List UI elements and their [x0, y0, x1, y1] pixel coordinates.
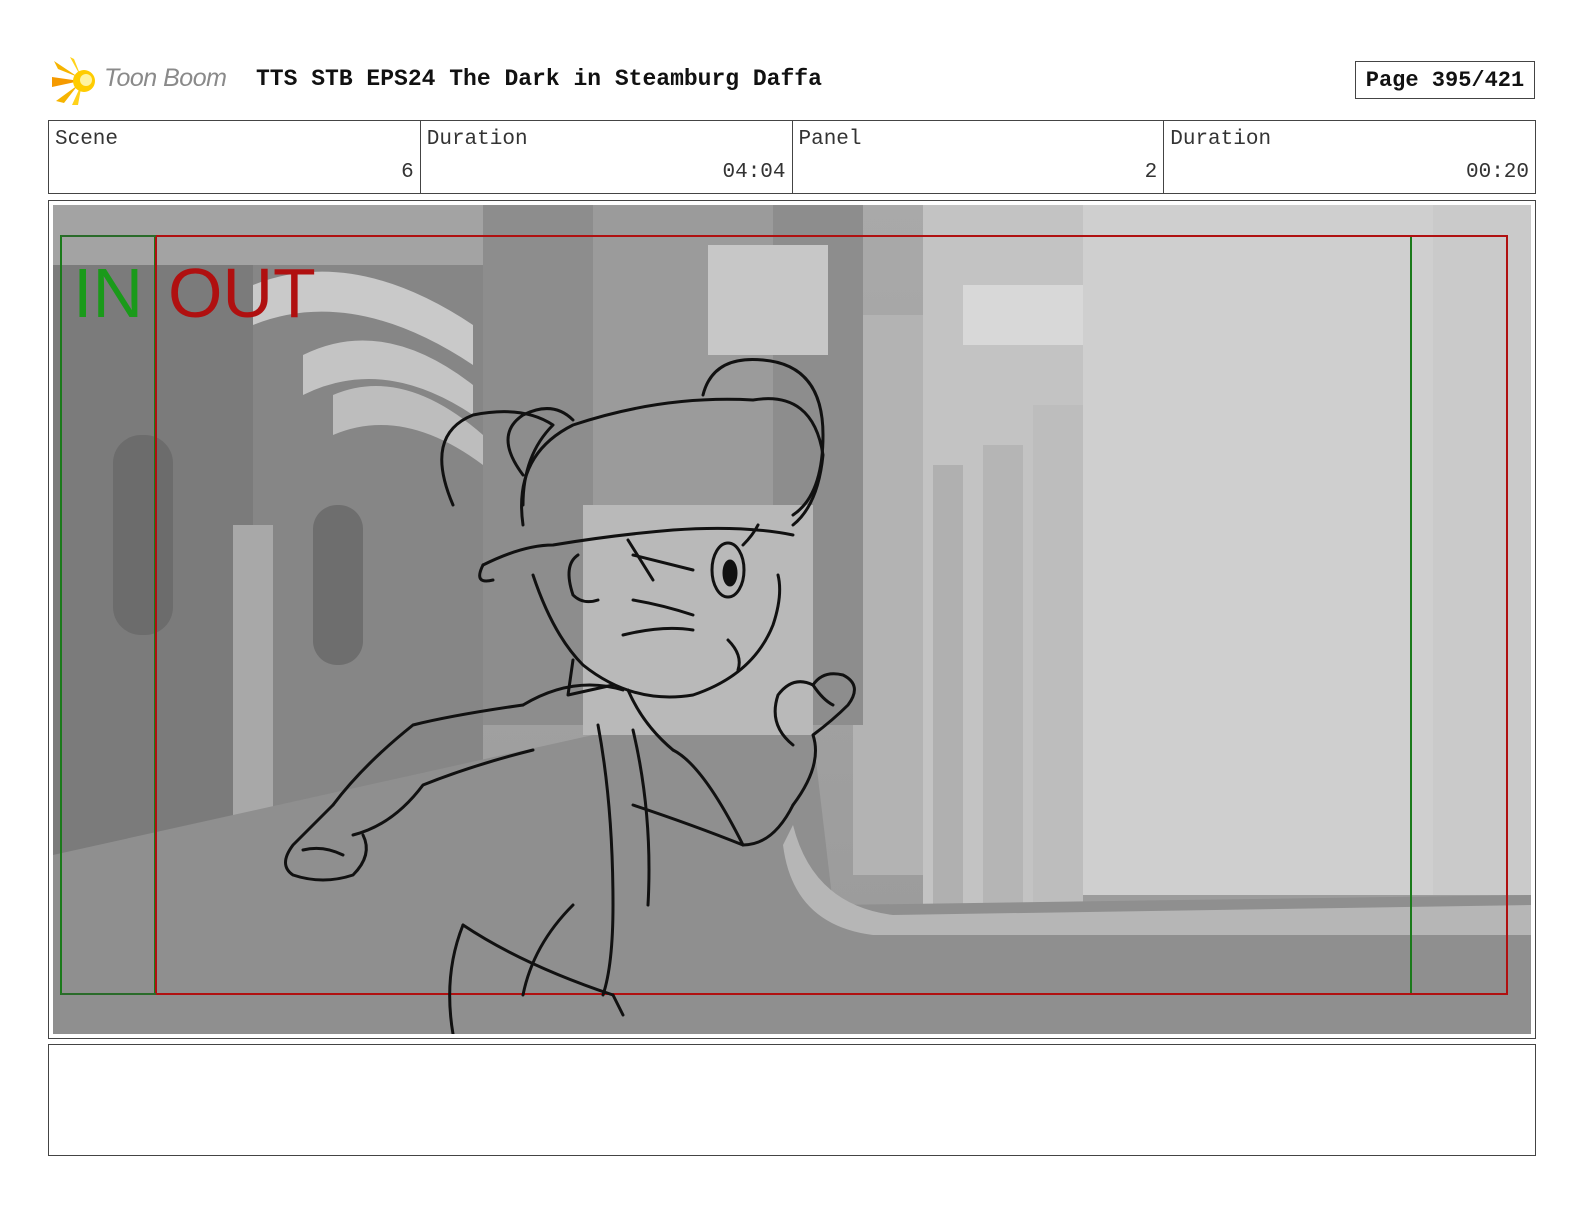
panel-duration-cell: Duration 00:20 — [1164, 121, 1535, 193]
panel-label: Panel — [798, 128, 862, 151]
panel-value: 2 — [1144, 161, 1158, 184]
page-number: Page 395/421 — [1355, 61, 1535, 99]
storyboard-panel-frame: IN OUT — [48, 200, 1536, 1039]
panel-drawing: IN OUT — [53, 205, 1531, 1034]
scene-label: Scene — [55, 128, 119, 151]
storyboard-panel-image: IN OUT — [53, 205, 1531, 1034]
scene-info-row: Scene 6 Duration 04:04 Panel 2 Duration … — [48, 120, 1536, 194]
panel-duration-label: Duration — [1170, 128, 1272, 151]
scene-duration-label: Duration — [426, 128, 528, 151]
scene-duration-cell: Duration 04:04 — [421, 121, 793, 193]
panel-notes-box — [48, 1044, 1536, 1156]
scene-cell: Scene 6 — [49, 121, 421, 193]
panel-duration-value: 00:20 — [1465, 161, 1529, 184]
in-label: IN — [73, 254, 143, 332]
document-title: TTS STB EPS24 The Dark in Steamburg Daff… — [256, 66, 822, 92]
scene-duration-value: 04:04 — [722, 161, 786, 184]
logo-text: Toon Boom — [104, 64, 227, 92]
panel-cell: Panel 2 — [793, 121, 1165, 193]
scene-value: 6 — [401, 161, 414, 184]
out-label: OUT — [168, 254, 316, 332]
